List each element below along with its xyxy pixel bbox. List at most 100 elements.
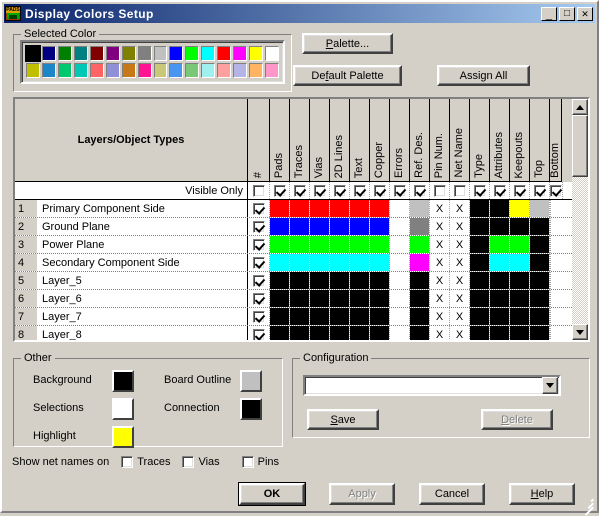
cell-color-swatch[interactable] <box>390 326 409 340</box>
color-cell[interactable] <box>310 308 330 325</box>
color-cell[interactable] <box>410 326 430 340</box>
cell-color-swatch[interactable] <box>310 308 329 325</box>
color-cell[interactable] <box>390 290 410 307</box>
palette-button[interactable]: PPalette...alette... <box>302 33 393 54</box>
visible-only-checkbox-cell[interactable] <box>530 182 550 199</box>
connection-color-button[interactable] <box>240 398 262 420</box>
cell-color-swatch[interactable] <box>330 308 349 325</box>
palette-swatch[interactable] <box>25 45 41 62</box>
cell-color-swatch[interactable] <box>470 272 489 289</box>
visible-only-checkbox-cell[interactable] <box>470 182 490 199</box>
color-cell[interactable] <box>330 218 350 235</box>
color-cell[interactable] <box>310 200 330 217</box>
color-cell[interactable] <box>350 254 370 271</box>
cell-color-swatch[interactable] <box>510 272 529 289</box>
palette-swatch[interactable] <box>57 46 72 61</box>
cell-color-swatch[interactable] <box>470 236 489 253</box>
checkbox[interactable] <box>252 328 265 340</box>
cell-color-swatch[interactable] <box>310 290 329 307</box>
checkbox[interactable] <box>413 184 426 197</box>
color-cell[interactable] <box>410 308 430 325</box>
color-cell[interactable] <box>390 308 410 325</box>
checkbox[interactable] <box>550 184 562 197</box>
cell-color-swatch[interactable] <box>330 326 349 340</box>
layer-enabled-cell[interactable] <box>248 254 270 271</box>
cell-color-swatch[interactable] <box>470 200 489 217</box>
layer-enabled-cell[interactable] <box>248 272 270 289</box>
visible-only-checkbox-cell[interactable] <box>330 182 350 199</box>
layer-name[interactable]: Layer_7 <box>37 308 248 325</box>
palette-swatch[interactable] <box>153 63 168 78</box>
cell-color-swatch[interactable] <box>530 218 549 235</box>
color-cell[interactable] <box>290 272 310 289</box>
color-cell[interactable] <box>550 290 551 307</box>
cell-color-swatch[interactable] <box>530 290 549 307</box>
title-bar[interactable]: PADS Display Colors Setup _ □ ✕ <box>4 4 595 23</box>
checkbox[interactable] <box>252 256 265 269</box>
cell-color-swatch[interactable] <box>270 218 289 235</box>
palette-swatch[interactable] <box>201 46 216 61</box>
palette-swatch[interactable] <box>105 63 120 78</box>
checkbox[interactable] <box>252 184 265 197</box>
checkbox[interactable] <box>333 184 346 197</box>
color-cell[interactable] <box>530 254 550 271</box>
color-cell[interactable] <box>510 290 530 307</box>
color-cell[interactable] <box>290 218 310 235</box>
cancel-button[interactable]: Cancel <box>419 483 485 505</box>
color-cell[interactable] <box>390 272 410 289</box>
assign-all-button[interactable]: Assign All <box>437 65 530 86</box>
cell-color-swatch[interactable] <box>370 218 389 235</box>
ok-button[interactable]: OK <box>239 483 305 505</box>
color-cell[interactable] <box>330 290 350 307</box>
table-row[interactable]: 7 Layer_7 X X <box>15 308 572 326</box>
cell-color-swatch[interactable] <box>470 290 489 307</box>
palette-swatch[interactable] <box>153 46 168 61</box>
palette-swatch[interactable] <box>201 63 216 78</box>
cell-color-swatch[interactable] <box>290 200 309 217</box>
layer-name[interactable]: Ground Plane <box>37 218 248 235</box>
highlight-color-button[interactable] <box>112 426 134 448</box>
table-row[interactable]: 4 Secondary Component Side X X <box>15 254 572 272</box>
checkbox[interactable] <box>313 184 326 197</box>
color-cell[interactable] <box>490 308 510 325</box>
color-cell[interactable] <box>330 254 350 271</box>
palette-swatch[interactable] <box>26 63 40 78</box>
checkbox[interactable] <box>273 184 286 197</box>
cell-color-swatch[interactable] <box>270 290 289 307</box>
cell-color-swatch[interactable] <box>390 308 409 325</box>
color-cell[interactable] <box>330 308 350 325</box>
cell-color-swatch[interactable] <box>410 236 429 253</box>
cell-color-swatch[interactable] <box>390 236 409 253</box>
configuration-combo[interactable] <box>303 375 561 396</box>
cell-color-swatch[interactable] <box>470 218 489 235</box>
cell-color-swatch[interactable] <box>350 200 369 217</box>
cell-color-swatch[interactable] <box>290 236 309 253</box>
cell-color-swatch[interactable] <box>270 236 289 253</box>
cell-color-swatch[interactable] <box>310 200 329 217</box>
palette-swatch[interactable] <box>89 46 104 61</box>
minimize-button[interactable]: _ <box>541 6 557 21</box>
checkbox[interactable] <box>252 220 265 233</box>
cell-color-swatch[interactable] <box>490 272 509 289</box>
layer-name[interactable]: Secondary Component Side <box>37 254 248 271</box>
cell-color-swatch[interactable] <box>490 254 509 271</box>
column-header-errors[interactable]: Errors <box>390 99 410 182</box>
cell-color-swatch[interactable] <box>410 272 429 289</box>
color-cell[interactable] <box>490 290 510 307</box>
cell-color-swatch[interactable] <box>290 218 309 235</box>
color-cell[interactable] <box>470 218 490 235</box>
color-cell[interactable] <box>270 326 290 340</box>
cell-color-swatch[interactable] <box>330 218 349 235</box>
palette-swatch[interactable] <box>137 63 152 78</box>
selections-color-button[interactable] <box>112 398 134 420</box>
palette-swatch[interactable] <box>57 63 72 78</box>
chevron-down-icon[interactable] <box>542 377 558 394</box>
delete-config-button[interactable]: Delete <box>481 409 553 430</box>
cell-color-swatch[interactable] <box>370 308 389 325</box>
not-applicable-cell[interactable]: X <box>450 236 470 253</box>
visible-only-checkbox-cell[interactable] <box>410 182 430 199</box>
color-cell[interactable] <box>310 290 330 307</box>
color-cell[interactable] <box>370 272 390 289</box>
cell-color-swatch[interactable] <box>330 290 349 307</box>
cell-color-swatch[interactable] <box>330 254 349 271</box>
